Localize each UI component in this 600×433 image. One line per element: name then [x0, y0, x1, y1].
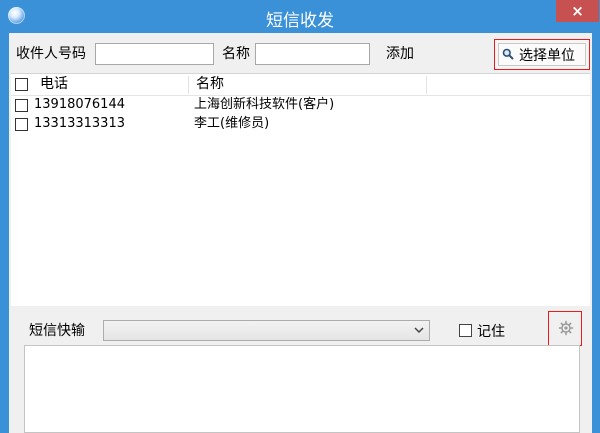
row-checkbox[interactable] [15, 99, 28, 112]
message-textarea[interactable] [24, 345, 580, 433]
title-bar[interactable]: 短信收发 × [0, 0, 600, 33]
gear-icon [558, 320, 574, 336]
row-checkbox[interactable] [15, 118, 28, 131]
select-unit-button[interactable]: 选择单位 [494, 39, 590, 70]
recipient-label: 收件人号码 [16, 46, 86, 62]
quick-input-label: 短信快输 [29, 323, 85, 339]
row-name: 上海创新科技软件(客户) [194, 97, 335, 112]
name-label: 名称 [222, 46, 250, 62]
close-button[interactable]: × [556, 0, 599, 22]
recipient-input[interactable] [95, 43, 214, 65]
quick-input-dropdown[interactable] [103, 320, 430, 341]
contact-list[interactable]: 电话 名称 13918076144 上海创新科技软件(客户) 133133133… [11, 73, 590, 306]
row-name: 李工(维修员) [194, 116, 270, 131]
row-phone: 13313313313 [34, 116, 125, 131]
column-separator[interactable] [188, 76, 189, 94]
composer-panel: 短信快输 记住 [9, 306, 592, 433]
list-header: 电话 名称 [11, 74, 590, 96]
window-title: 短信收发 [266, 11, 334, 31]
remember-label: 记住 [477, 324, 505, 340]
sms-window: 短信收发 × 收件人号码 名称 添加 选择单位 电话 名称 1391807614… [0, 0, 600, 433]
client-area: 收件人号码 名称 添加 选择单位 电话 名称 13918076144 上海创新科… [9, 33, 592, 433]
column-separator[interactable] [426, 76, 427, 94]
select-unit-label: 选择单位 [519, 48, 575, 64]
column-header-name[interactable]: 名称 [196, 76, 224, 92]
settings-button[interactable] [548, 311, 582, 346]
remember-checkbox[interactable] [459, 324, 472, 337]
column-header-phone[interactable]: 电话 [40, 76, 68, 92]
chevron-down-icon [414, 327, 424, 334]
search-icon [502, 48, 514, 60]
name-input[interactable] [255, 43, 370, 65]
add-button[interactable]: 添加 [386, 44, 414, 64]
row-phone: 13918076144 [34, 97, 125, 112]
select-all-checkbox[interactable] [15, 78, 28, 91]
